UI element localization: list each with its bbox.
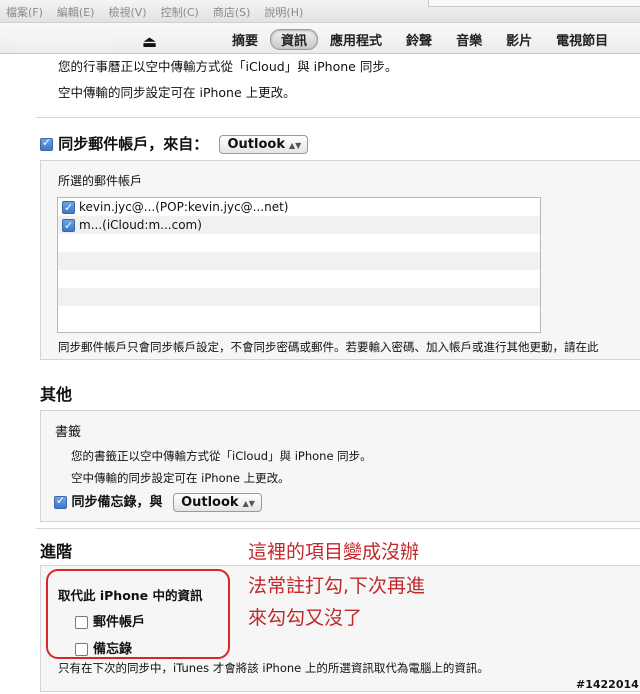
- annotation-line-2: 法常註打勾,下次再進: [248, 575, 426, 597]
- tab-5[interactable]: 影片: [494, 29, 544, 50]
- menu-item[interactable]: 控制(C): [161, 4, 199, 20]
- redacted-device-name: [14, 32, 110, 42]
- tab-bar: ⏏ 摘要 資訊 應用程式 鈴聲 音樂 影片 電視節目: [0, 23, 640, 54]
- annotation-highlight-box: [46, 569, 230, 659]
- notes-sync-checkbox[interactable]: [54, 494, 67, 509]
- tab-1[interactable]: 資訊: [270, 29, 319, 50]
- tab-6[interactable]: 電視節目: [544, 29, 620, 50]
- menu-item[interactable]: 檢視(V): [108, 4, 146, 20]
- list-item: [58, 234, 540, 252]
- mail-source-value: Outlook: [227, 137, 285, 152]
- menu-item[interactable]: 編輯(E): [57, 4, 95, 20]
- notes-sync-label: 同步備忘錄，與: [71, 495, 163, 510]
- bookmarks-panel: 書籤 您的書籤正以空中傳輸方式從「iCloud」與 iPhone 同步。 空中傳…: [40, 410, 640, 522]
- mail-accounts-panel: 所選的郵件帳戶 kevin.jyc@...(POP:kevin.jyc@...n…: [40, 160, 640, 360]
- account-label: m...(iCloud:m...com): [79, 218, 202, 232]
- search-field-edge: [428, 0, 640, 7]
- mail-accounts-list[interactable]: kevin.jyc@...(POP:kevin.jyc@...net) m...(…: [57, 197, 541, 333]
- menu-item[interactable]: 商店(S): [213, 4, 251, 20]
- divider: [36, 528, 640, 529]
- tab-3[interactable]: 鈴聲: [394, 29, 444, 50]
- list-item[interactable]: m...(iCloud:m...com): [58, 216, 540, 234]
- mail-source-select[interactable]: Outlook ▲▼: [219, 135, 309, 154]
- notes-source-value: Outlook: [181, 495, 239, 510]
- list-item: [58, 270, 540, 288]
- annotation-line-1: 這裡的項目變成沒辦: [248, 541, 420, 563]
- mail-sync-checkbox[interactable]: [40, 136, 53, 151]
- tab-4[interactable]: 音樂: [444, 29, 494, 50]
- notes-source-select[interactable]: Outlook ▲▼: [173, 493, 262, 512]
- other-section-title: 其他: [40, 385, 73, 404]
- bookmarks-title: 書籤: [55, 425, 82, 440]
- list-item: [58, 252, 540, 270]
- account-label: kevin.jyc@...(POP:kevin.jyc@...net): [79, 200, 289, 214]
- advanced-section-title: 進階: [40, 542, 73, 561]
- tab-list: 摘要 資訊 應用程式 鈴聲 音樂 影片 電視節目: [220, 29, 620, 50]
- tab-0[interactable]: 摘要: [220, 29, 270, 50]
- annotation-line-3: 來勾勾又沒了: [248, 607, 363, 629]
- list-item: [58, 288, 540, 306]
- account-checkbox[interactable]: [62, 217, 75, 234]
- calendar-icloud-note: 您的行事曆正以空中傳輸方式從「iCloud」與 iPhone 同步。: [58, 59, 398, 74]
- menu-item[interactable]: 檔案(F): [6, 4, 43, 20]
- stepper-arrows-icon: ▲▼: [242, 499, 255, 508]
- list-item: [58, 306, 540, 324]
- list-item[interactable]: kevin.jyc@...(POP:kevin.jyc@...net): [58, 198, 540, 216]
- mail-accounts-title: 所選的郵件帳戶: [58, 174, 143, 188]
- menu-item[interactable]: 說明(H): [264, 4, 303, 20]
- notes-sync-row: 同步備忘錄，與 Outlook▲▼: [54, 491, 262, 512]
- bookmarks-setting-note: 空中傳輸的同步設定可在 iPhone 上更改。: [71, 471, 290, 485]
- account-checkbox[interactable]: [62, 199, 75, 216]
- menu-items: 檔案(F) 編輯(E) 檢視(V) 控制(C) 商店(S) 說明(H): [6, 4, 303, 20]
- mail-sync-row: 同步郵件帳戶，來自： Outlook▲▼: [40, 133, 309, 154]
- watermark: #1422014: [576, 678, 639, 691]
- calendar-setting-note: 空中傳輸的同步設定可在 iPhone 上更改。: [58, 85, 296, 100]
- divider: [36, 117, 640, 118]
- replace-note: 只有在下次的同步中，iTunes 才會將該 iPhone 上的所選資訊取代為電腦…: [58, 661, 489, 675]
- device-selector[interactable]: [4, 29, 136, 45]
- mail-sync-label: 同步郵件帳戶，來自：: [58, 135, 209, 153]
- stepper-arrows-icon: ▲▼: [288, 141, 302, 150]
- tab-2[interactable]: 應用程式: [318, 29, 394, 50]
- menu-bar: 檔案(F) 編輯(E) 檢視(V) 控制(C) 商店(S) 說明(H): [0, 0, 640, 23]
- eject-icon[interactable]: ⏏: [142, 32, 157, 51]
- mail-sync-note: 同步郵件帳戶只會同步帳戶設定，不會同步密碼或郵件。若要輸入密碼、加入帳戶或進行其…: [58, 340, 599, 354]
- bookmarks-icloud-note: 您的書籤正以空中傳輸方式從「iCloud」與 iPhone 同步。: [71, 449, 372, 463]
